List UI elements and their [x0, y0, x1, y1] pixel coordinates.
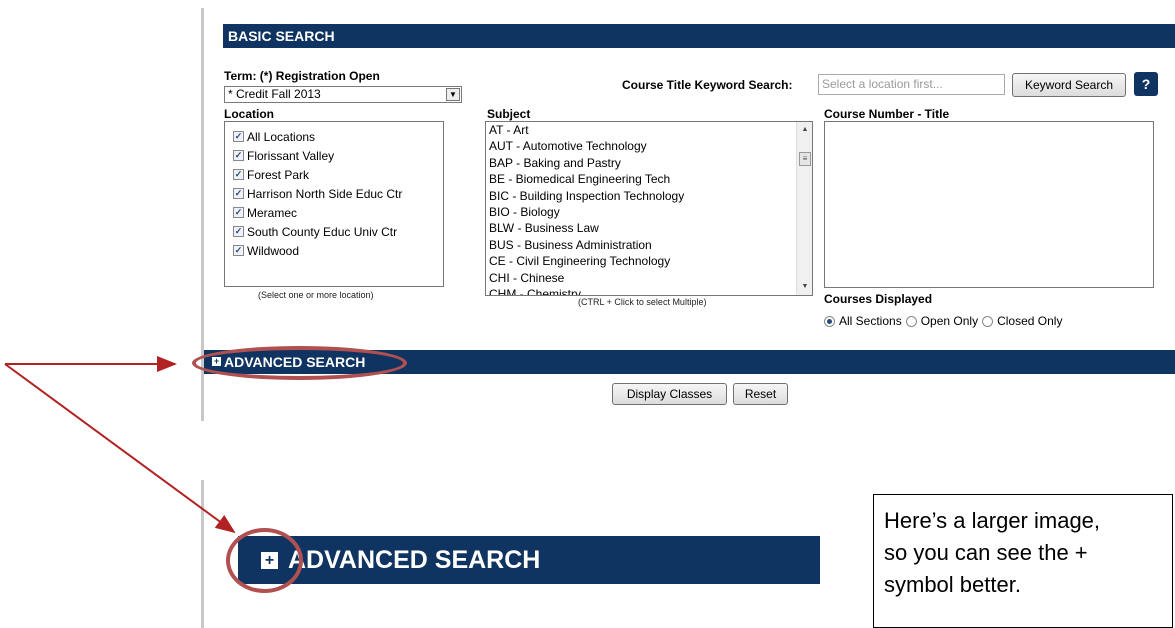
arrow-to-zoom-plus: [4, 363, 236, 534]
annotation-arrows: [4, 356, 236, 534]
